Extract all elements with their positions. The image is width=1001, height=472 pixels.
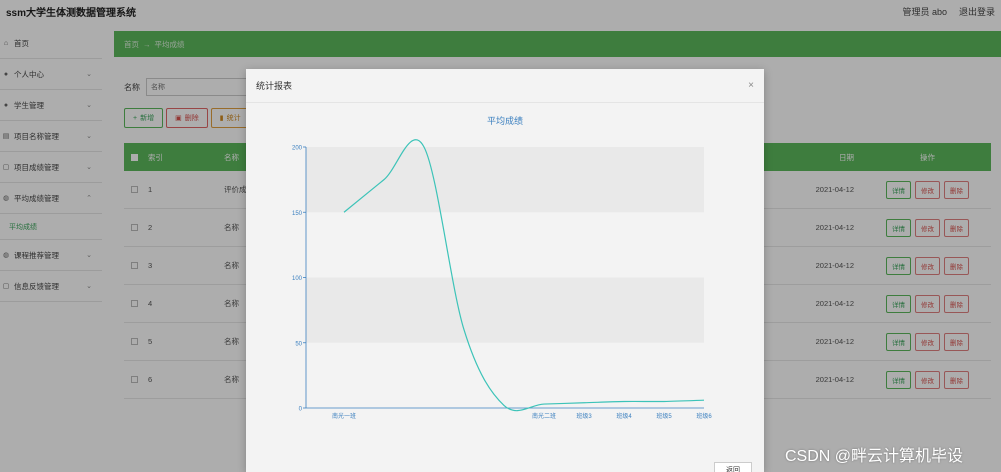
x-tick-label: 南光二班: [532, 412, 556, 420]
y-tick-label: 150: [292, 211, 303, 217]
y-tick-label: 50: [295, 341, 302, 347]
grid-band: [306, 147, 704, 213]
modal-title: 统计报表: [256, 81, 293, 91]
chart-title: 平均成绩: [487, 115, 523, 126]
grid-band: [306, 212, 704, 278]
x-tick-label: 班级5: [656, 412, 672, 420]
y-tick-label: 200: [292, 146, 303, 152]
grid-band: [306, 342, 704, 408]
x-tick-label: 班级6: [696, 412, 712, 420]
x-tick-label: 班级4: [616, 412, 632, 420]
return-button[interactable]: 返回: [714, 462, 752, 472]
watermark: CSDN @畔云计算机毕设: [785, 448, 964, 465]
grid-band: [306, 277, 704, 343]
modal-header: 统计报表 ×: [246, 69, 764, 103]
average-score-chart: 平均成绩 0 50 100 150 200 南光一班 南光二班 班级3 班级4 班级5 班级6: [292, 115, 712, 420]
x-tick-label: 南光一班: [332, 412, 356, 420]
close-icon[interactable]: ×: [748, 80, 754, 91]
y-tick-label: 100: [292, 276, 303, 282]
stats-modal: 统计报表 × 平均成绩 0 50 100 150 200 南光一班 南光二班 班级3 班级4 班级5…: [246, 69, 764, 472]
y-tick-label: 0: [299, 407, 303, 413]
x-tick-label: 班级3: [576, 412, 592, 420]
